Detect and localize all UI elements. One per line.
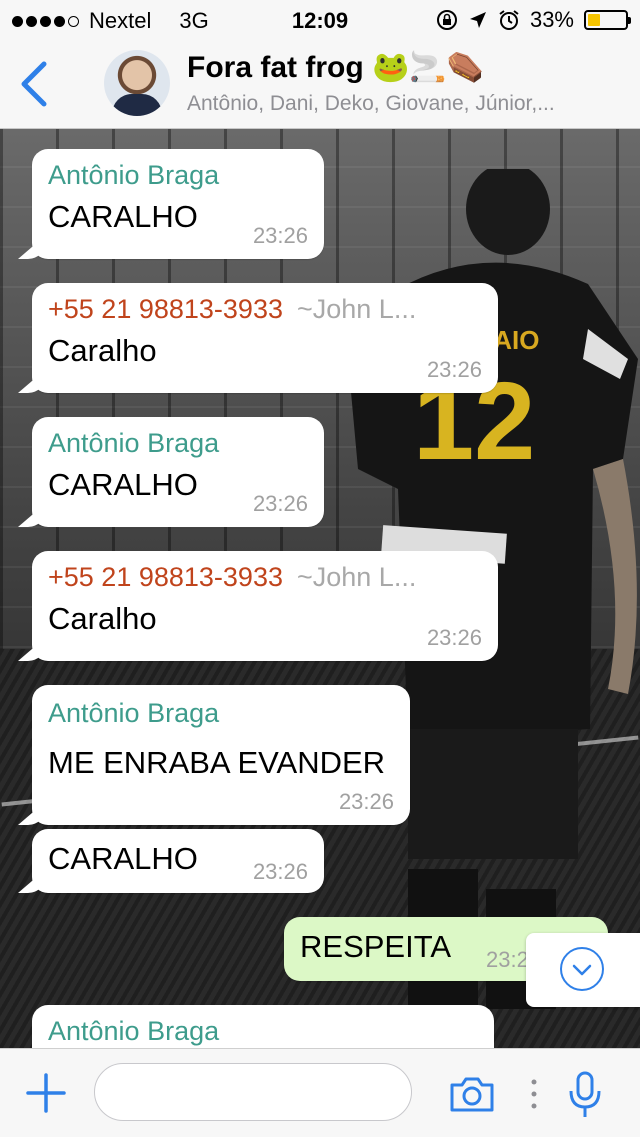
chevron-down-icon[interactable] [560, 947, 604, 991]
alarm-icon [499, 10, 519, 30]
battery-percent: 33% [529, 7, 574, 32]
message-time: 23:26 [252, 491, 308, 516]
message-time: 23:26 [338, 789, 394, 814]
message-input-bar [0, 1048, 640, 1137]
message-bubble[interactable]: +55 21 98813-3933 ~John L... Caralho 23:2… [32, 551, 498, 661]
location-arrow-icon [469, 12, 486, 28]
message-sender: Antônio Braga [48, 160, 220, 190]
message-sender: Antônio Braga [48, 1016, 220, 1046]
message-input[interactable] [94, 1063, 412, 1121]
message-text: Caralho [48, 333, 157, 368]
more-options-icon[interactable] [531, 1079, 537, 1109]
message-bubble[interactable]: Antônio Braga CARALHO 23:26 [32, 149, 324, 259]
back-chevron-icon[interactable] [16, 60, 56, 108]
sender-phone: +55 21 98813-3933 [48, 294, 283, 324]
status-bar: Nextel 3G 12:09 33% [0, 0, 640, 40]
group-avatar[interactable] [104, 50, 170, 116]
plus-icon[interactable] [26, 1073, 66, 1113]
microphone-icon[interactable] [568, 1071, 602, 1119]
sender-phone: +55 21 98813-3933 [48, 562, 283, 592]
message-time: 23:26 [252, 223, 308, 248]
message-bubble[interactable]: Antônio Braga CARALHO 23:26 [32, 417, 324, 527]
message-time: 23:26 [426, 357, 482, 382]
battery-icon [584, 10, 631, 30]
message-bubble[interactable]: Antônio Braga ME ENRABA EVANDER 23:26 [32, 685, 410, 825]
message-sender: Antônio Braga [48, 428, 220, 458]
message-time: 23:26 [426, 625, 482, 650]
message-text: Caralho [48, 601, 157, 636]
message-bubble[interactable]: Antônio Braga [32, 1005, 494, 1048]
message-text: ME ENRABA EVANDER [48, 745, 386, 780]
camera-icon[interactable] [448, 1075, 496, 1113]
scroll-to-bottom-button[interactable] [526, 933, 640, 1007]
message-sender: +55 21 98813-3933 ~John L... [48, 293, 484, 325]
sender-alias: ~John L... [296, 562, 417, 592]
chat-background: SAMPAIO 12 Antônio Braga CARALHO 23:26 +… [0, 129, 640, 1048]
message-bubble[interactable]: CARALHO 23:26 [32, 829, 324, 893]
message-time: 23:26 [252, 859, 308, 884]
battery-fill [588, 14, 600, 26]
chat-participants[interactable]: Antônio, Dani, Deko, Giovane, Júnior,... [187, 92, 627, 116]
sender-alias: ~John L... [296, 294, 417, 324]
chat-header[interactable]: Fora fat frog 🐸🚬⚰️ Antônio, Dani, Deko, … [0, 40, 640, 129]
message-sender: +55 21 98813-3933 ~John L... [48, 561, 484, 593]
status-right: 33% [436, 7, 631, 33]
message-bubble[interactable]: +55 21 98813-3933 ~John L... Caralho 23:2… [32, 283, 498, 393]
rotation-lock-icon [436, 10, 457, 30]
chat-title[interactable]: Fora fat frog 🐸🚬⚰️ [187, 50, 484, 85]
message-sender: Antônio Braga [48, 698, 220, 728]
